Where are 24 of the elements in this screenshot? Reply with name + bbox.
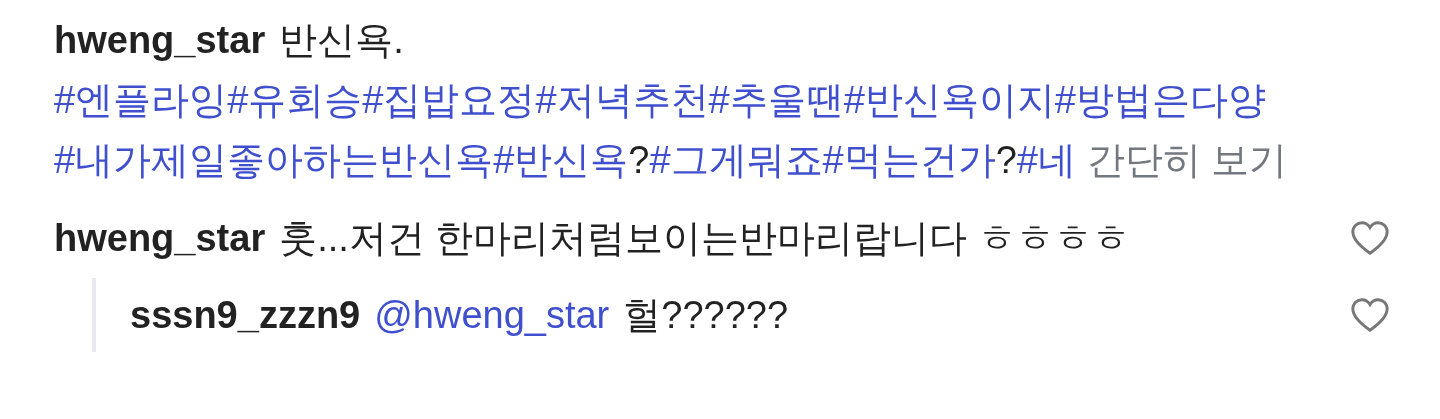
username-link[interactable]: hweng_star: [54, 216, 266, 259]
comment-text: 훗...저건 한마리처럼보이는반마리랍니다 ㅎㅎㅎㅎ: [279, 216, 1130, 259]
hashtag-link[interactable]: #방법은다양: [1054, 79, 1266, 121]
collapse-link[interactable]: 간단히 보기: [1086, 139, 1288, 181]
hashtag-link[interactable]: #반신욕: [493, 139, 629, 181]
heart-icon[interactable]: [1350, 296, 1390, 334]
heart-icon[interactable]: [1350, 219, 1390, 257]
username-link[interactable]: hweng_star: [54, 19, 266, 61]
caption-text: ?: [995, 139, 1017, 181]
hashtag-link[interactable]: #그게뭐죠: [649, 139, 823, 181]
hashtag-link[interactable]: #반신욕이지: [843, 79, 1055, 121]
username-link[interactable]: sssn9_zzzn9: [130, 293, 361, 336]
hashtag-link[interactable]: #저녁추천: [535, 79, 709, 121]
hashtag-link[interactable]: #내가제일좋아하는반신욕: [54, 139, 494, 181]
hashtag-link[interactable]: #유회승: [227, 79, 363, 121]
comment-text: 헐??????: [623, 293, 789, 336]
hashtag-link[interactable]: #먹는건가: [822, 139, 996, 181]
hashtag-link[interactable]: #추울땐: [708, 79, 844, 121]
hashtag-link[interactable]: #집밥요정: [362, 79, 536, 121]
mention-link[interactable]: @hweng_star: [374, 293, 610, 336]
hashtag-link[interactable]: #네: [1016, 139, 1076, 181]
hashtag-link[interactable]: #엔플라잉: [54, 79, 228, 121]
caption-text: ?: [628, 139, 650, 181]
caption-text: 반신욕.: [279, 19, 404, 61]
